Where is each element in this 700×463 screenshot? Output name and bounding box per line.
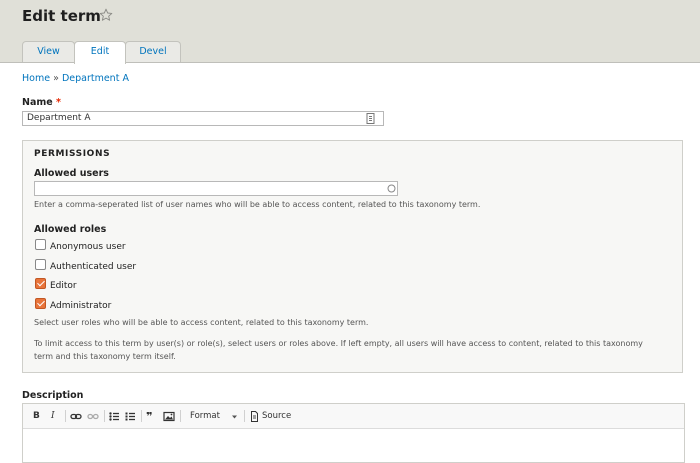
toolbar-separator bbox=[180, 410, 181, 422]
tab-edit-label: Edit bbox=[90, 46, 110, 57]
allowed-users-description: Enter a comma-seperated list of user nam… bbox=[34, 200, 481, 209]
autocomplete-icon bbox=[387, 184, 396, 193]
permissions-help-text: To limit access to this term by user(s) … bbox=[34, 339, 643, 361]
description-editor[interactable]: B I ❞ Format Source bbox=[22, 403, 685, 463]
role-editor-checkbox[interactable] bbox=[35, 278, 46, 289]
blockquote-icon[interactable]: ❞ bbox=[146, 410, 152, 423]
bulleted-list-icon[interactable] bbox=[109, 410, 120, 423]
breadcrumb-home[interactable]: Home bbox=[22, 73, 50, 84]
name-label-text: Name bbox=[22, 97, 53, 108]
role-administrator-label[interactable]: Administrator bbox=[50, 301, 111, 311]
toolbar-separator bbox=[65, 410, 66, 422]
tab-devel[interactable]: Devel bbox=[125, 41, 181, 62]
name-input-value: Department A bbox=[27, 113, 91, 123]
required-marker: * bbox=[56, 97, 61, 108]
breadcrumb: Home » Department A bbox=[22, 73, 129, 84]
allowed-users-input[interactable] bbox=[34, 181, 398, 196]
role-anonymous-label[interactable]: Anonymous user bbox=[50, 242, 126, 252]
role-authenticated-checkbox[interactable] bbox=[35, 259, 46, 270]
form-fill-icon[interactable] bbox=[366, 113, 375, 124]
numbered-list-icon[interactable] bbox=[125, 410, 136, 423]
page-header: Edit term View Edit Devel bbox=[0, 0, 700, 64]
tab-view-label: View bbox=[37, 46, 60, 57]
role-editor-label[interactable]: Editor bbox=[50, 281, 77, 291]
permissions-fieldset: PERMISSIONS Allowed users Enter a comma-… bbox=[22, 140, 683, 373]
name-field-label: Name * bbox=[22, 97, 61, 108]
chevron-down-icon[interactable] bbox=[231, 410, 238, 423]
page-title: Edit term bbox=[22, 7, 101, 25]
format-dropdown-label: Format bbox=[190, 411, 220, 421]
italic-button[interactable]: I bbox=[51, 410, 55, 423]
bold-button[interactable]: B bbox=[33, 410, 40, 423]
breadcrumb-current[interactable]: Department A bbox=[62, 73, 129, 84]
star-icon[interactable] bbox=[99, 8, 113, 22]
toolbar-separator bbox=[141, 410, 142, 422]
allowed-roles-label: Allowed roles bbox=[34, 224, 107, 235]
tab-devel-label: Devel bbox=[139, 46, 167, 57]
source-button[interactable]: Source bbox=[262, 410, 291, 423]
tab-edit[interactable]: Edit bbox=[74, 41, 126, 64]
tab-view[interactable]: View bbox=[22, 41, 75, 62]
toolbar-separator bbox=[104, 410, 105, 422]
format-dropdown[interactable]: Format bbox=[190, 410, 220, 423]
role-administrator-checkbox[interactable] bbox=[35, 298, 46, 309]
link-icon[interactable] bbox=[70, 410, 82, 423]
allowed-users-label: Allowed users bbox=[34, 168, 109, 179]
allowed-roles-description: Select user roles who will be able to ac… bbox=[34, 318, 369, 327]
editor-toolbar: B I ❞ Format Source bbox=[23, 404, 684, 429]
name-input[interactable]: Department A bbox=[22, 111, 384, 126]
role-anonymous-checkbox[interactable] bbox=[35, 239, 46, 250]
permissions-legend: PERMISSIONS bbox=[34, 149, 111, 159]
role-authenticated-label[interactable]: Authenticated user bbox=[50, 262, 136, 272]
description-label: Description bbox=[22, 390, 84, 401]
image-icon[interactable] bbox=[163, 410, 175, 423]
breadcrumb-separator: » bbox=[53, 73, 59, 84]
unlink-icon[interactable] bbox=[87, 410, 99, 423]
source-icon[interactable] bbox=[250, 410, 259, 423]
toolbar-separator bbox=[244, 410, 245, 422]
